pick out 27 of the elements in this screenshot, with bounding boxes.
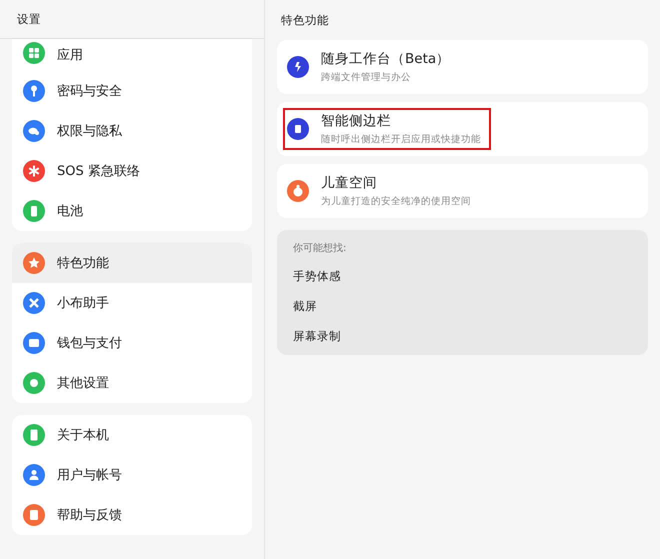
sidebar-item[interactable]: 关于本机 <box>12 415 252 455</box>
sidebar-title: 设置 <box>17 12 41 26</box>
sidebar-item[interactable]: 权限与隐私 <box>12 111 252 151</box>
sidebar-item[interactable]: 其他设置 <box>12 363 252 403</box>
page-title: 特色功能 <box>281 12 329 28</box>
sidebar-item[interactable]: 钱包与支付 <box>12 323 252 363</box>
feature-title: 随身工作台（Beta） <box>321 50 450 68</box>
sidebar-item[interactable]: 电池 <box>12 191 252 231</box>
feature-item[interactable]: 随身工作台（Beta） 跨端文件管理与办公 <box>277 40 648 94</box>
feature-item[interactable]: 儿童空间 为儿童打造的安全纯净的使用空间 <box>277 164 648 218</box>
sidebar-item[interactable]: 应用 <box>12 39 252 71</box>
feature-title: 智能侧边栏 <box>321 112 392 130</box>
feature-title: 儿童空间 <box>321 174 378 192</box>
feature-item[interactable]: 智能侧边栏 随时呼出侧边栏开启应用或快捷功能 <box>277 102 648 156</box>
sidebar-item[interactable]: SOS 紧急联络 <box>12 151 252 191</box>
suggestion-link[interactable]: 屏幕录制 <box>293 321 341 351</box>
sidebar-item[interactable]: 用户与帐号 <box>12 455 252 495</box>
feature-description: 随时呼出侧边栏开启应用或快捷功能 <box>321 133 481 146</box>
suggestion-link[interactable]: 截屏 <box>293 291 317 321</box>
sidebar-item[interactable]: 帮助与反馈 <box>12 495 252 535</box>
sidebar-item[interactable]: 特色功能 <box>12 243 252 283</box>
feature-description: 为儿童打造的安全纯净的使用空间 <box>321 195 471 208</box>
feature-description: 跨端文件管理与办公 <box>321 71 412 84</box>
sidebar-item[interactable]: 密码与安全 <box>12 71 252 111</box>
suggestion-link[interactable]: 手势体感 <box>293 261 341 291</box>
suggestion-heading: 你可能想找: <box>293 242 348 256</box>
sidebar-item[interactable]: 小布助手 <box>12 283 252 323</box>
